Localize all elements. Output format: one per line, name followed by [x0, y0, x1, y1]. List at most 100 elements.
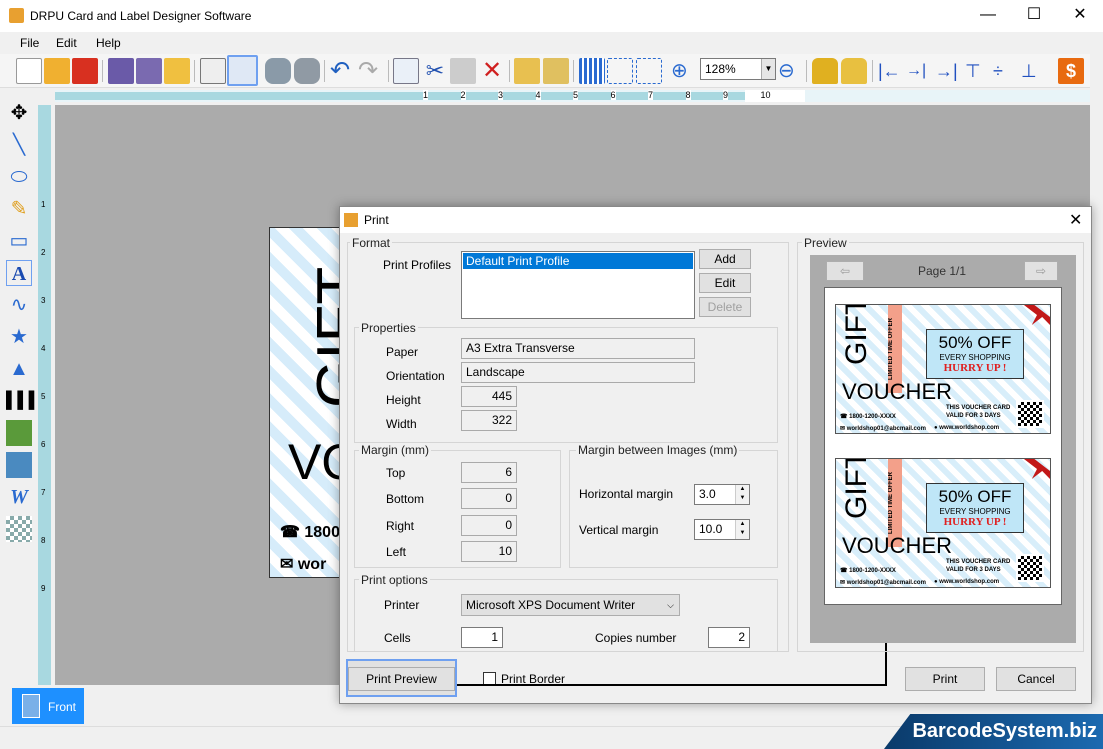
- align-bottom-icon[interactable]: ⊥: [1021, 58, 1047, 84]
- vertical-margin-spinner[interactable]: 10.0 ▲ ▼: [694, 519, 750, 540]
- image-library-icon[interactable]: [6, 452, 32, 478]
- window-title: DRPU Card and Label Designer Software: [30, 9, 252, 23]
- export-icon[interactable]: [164, 58, 190, 84]
- database-add-icon[interactable]: [265, 58, 291, 84]
- width-label: Width: [386, 417, 417, 431]
- margin-right-field[interactable]: 0: [461, 515, 517, 536]
- dialog-title: Print: [364, 213, 389, 227]
- triangle-icon[interactable]: ▲: [6, 356, 32, 382]
- line-icon[interactable]: ╲: [6, 132, 32, 158]
- chevron-down-icon[interactable]: ▼: [761, 59, 775, 79]
- dialog-close-button[interactable]: ✕: [1069, 210, 1082, 230]
- send-back-icon[interactable]: [543, 58, 569, 84]
- card-design[interactable]: GIFT VO ☎ 1800 ✉ wor: [269, 227, 341, 578]
- open-icon[interactable]: [44, 58, 70, 84]
- copy-icon[interactable]: [393, 58, 419, 84]
- grid-icon[interactable]: [579, 58, 605, 84]
- edit-button[interactable]: Edit: [699, 273, 751, 293]
- wordart-icon[interactable]: W: [6, 484, 32, 510]
- buy-icon[interactable]: $: [1058, 58, 1084, 84]
- image-icon[interactable]: [6, 420, 32, 446]
- web-text: ● www.worldshop.com: [934, 579, 1000, 585]
- bring-front-icon[interactable]: [514, 58, 540, 84]
- cancel-button[interactable]: Cancel: [996, 667, 1076, 691]
- horizontal-margin-spinner[interactable]: 3.0 ▲ ▼: [694, 484, 750, 505]
- spinner-arrows-icon[interactable]: ▲ ▼: [735, 485, 749, 504]
- rectangle-icon[interactable]: ▭: [6, 228, 32, 254]
- ruler-label: 6: [41, 440, 46, 449]
- tab-front[interactable]: Front: [12, 688, 84, 724]
- ruler-label: 9: [41, 584, 46, 593]
- zoom-in-icon[interactable]: ⊕: [671, 58, 697, 84]
- menu-help[interactable]: Help: [96, 36, 121, 50]
- save-icon[interactable]: [108, 58, 134, 84]
- undo-icon[interactable]: ↶: [330, 58, 356, 84]
- minimize-button[interactable]: —: [965, 0, 1011, 32]
- margin-legend: Margin (mm): [359, 443, 431, 457]
- valid-text: THIS VOUCHER CARD: [946, 405, 1011, 411]
- zoom-select[interactable]: 128% ▼: [700, 58, 776, 80]
- background-icon[interactable]: [6, 516, 32, 542]
- unlock-icon[interactable]: [841, 58, 867, 84]
- center-icon[interactable]: [607, 58, 633, 84]
- database-icon[interactable]: [294, 58, 320, 84]
- toolbar: ↶ ↷ ✂ ✕ ⊕ 128% ▼ ⊖ |← →|← →| ⊤ ÷ ⊥ $: [0, 54, 1090, 105]
- text-icon[interactable]: A: [6, 260, 32, 286]
- align-center-icon[interactable]: →|←: [906, 58, 932, 105]
- lock-icon[interactable]: [812, 58, 838, 84]
- close-file-icon[interactable]: [72, 58, 98, 84]
- next-page-button[interactable]: ⇨: [1024, 261, 1058, 281]
- title-bar: DRPU Card and Label Designer Software — …: [0, 0, 1103, 32]
- copies-input[interactable]: 2: [708, 627, 750, 648]
- align-top-icon[interactable]: ⊤: [965, 58, 991, 84]
- printer-select[interactable]: Microsoft XPS Document Writer ⌵: [461, 594, 680, 616]
- margin-bottom-field[interactable]: 0: [461, 488, 517, 509]
- ruler-label: 8: [685, 90, 691, 100]
- hurry-text: HURRY UP !: [943, 516, 1007, 528]
- ruler-label: 2: [460, 90, 466, 100]
- qr-code-icon: [1016, 554, 1044, 582]
- brand-logo: BarcodeSystem.biz: [884, 714, 1103, 749]
- profile-item[interactable]: Default Print Profile: [463, 253, 693, 269]
- print-preview-button[interactable]: Print Preview: [346, 659, 457, 697]
- delete-icon[interactable]: ✕: [479, 58, 505, 84]
- curve-icon[interactable]: ∿: [6, 292, 32, 318]
- add-button[interactable]: Add: [699, 249, 751, 269]
- printer-value: Microsoft XPS Document Writer: [466, 598, 636, 612]
- new-icon[interactable]: [16, 58, 42, 84]
- redo-icon[interactable]: ↷: [358, 58, 384, 84]
- format-legend: Format: [350, 236, 393, 250]
- zoom-out-icon[interactable]: ⊖: [778, 58, 804, 84]
- pointer-icon[interactable]: ✥: [6, 100, 32, 126]
- save-as-icon[interactable]: [136, 58, 162, 84]
- barcode-icon[interactable]: ▌▌▌: [6, 388, 40, 414]
- ruler-label: 7: [41, 488, 46, 497]
- ellipse-icon[interactable]: ⬭: [6, 164, 32, 190]
- align-left-icon[interactable]: |←: [878, 58, 904, 84]
- prev-page-button[interactable]: ⇦: [826, 261, 864, 281]
- margin-left-field[interactable]: 10: [461, 541, 517, 562]
- annotation-arrow-line: [457, 684, 887, 686]
- ruler-label: 5: [41, 392, 46, 401]
- star-icon[interactable]: ★: [6, 324, 32, 350]
- align-right-icon[interactable]: →|: [935, 58, 961, 84]
- menu-edit[interactable]: Edit: [56, 36, 77, 50]
- cut-icon[interactable]: ✂: [422, 58, 448, 84]
- printer-label: Printer: [384, 598, 420, 612]
- spinner-arrows-icon[interactable]: ▲ ▼: [735, 520, 749, 539]
- edit-icon[interactable]: [200, 58, 226, 84]
- menu-file[interactable]: File: [20, 36, 39, 50]
- paste-icon[interactable]: [450, 58, 476, 84]
- align-middle-icon[interactable]: ÷: [993, 58, 1019, 84]
- pencil-icon[interactable]: ✎: [6, 196, 32, 222]
- print-button[interactable]: Print: [905, 667, 985, 691]
- fit-icon[interactable]: [636, 58, 662, 84]
- maximize-button[interactable]: ☐: [1011, 0, 1057, 32]
- print-profiles-label: Print Profiles: [383, 258, 452, 272]
- margin-top-field[interactable]: 6: [461, 462, 517, 483]
- print-icon[interactable]: [227, 55, 258, 86]
- gift-text: GIFT: [305, 266, 341, 408]
- cells-input[interactable]: 1: [461, 627, 503, 648]
- print-profiles-list[interactable]: Default Print Profile: [461, 251, 695, 319]
- close-button[interactable]: ✕: [1057, 0, 1103, 32]
